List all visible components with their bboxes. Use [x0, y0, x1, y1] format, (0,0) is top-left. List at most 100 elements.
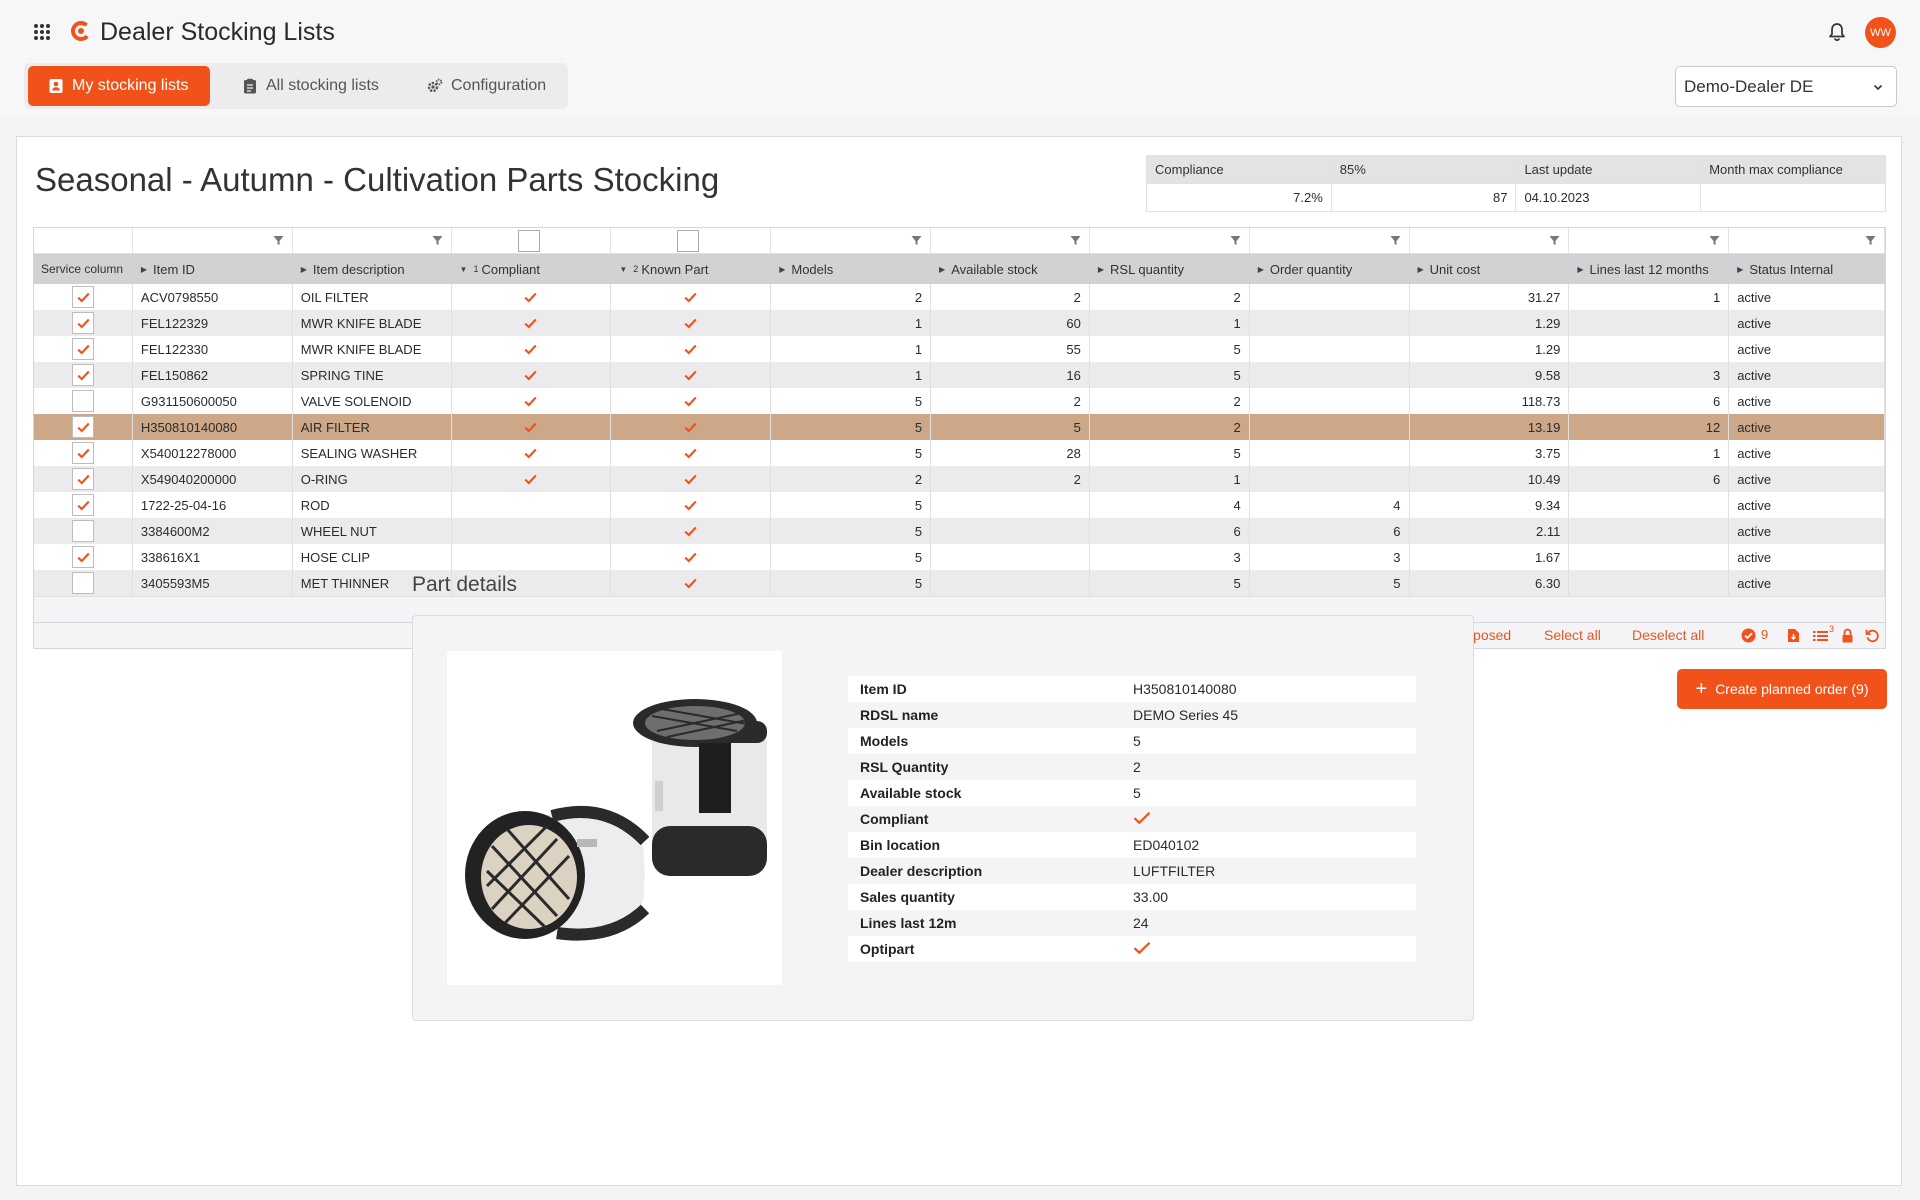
col-header-label: Item description — [312, 261, 405, 277]
rsl-quantity-cell: 1 — [1090, 310, 1250, 336]
item-description-cell: OIL FILTER — [293, 284, 452, 310]
known-part-filter-checkbox[interactable] — [677, 230, 700, 252]
known-part-cell — [611, 336, 772, 362]
apps-grid-icon[interactable] — [32, 22, 52, 42]
column-header-row: Service column ▶ Item ID ▶ Item descriptio… — [34, 254, 1885, 284]
row-checkbox[interactable] — [72, 312, 94, 334]
col-header-item-id[interactable]: ▶ Item ID — [133, 254, 293, 284]
col-header-compliant[interactable]: ▼ 1 Compliant — [452, 254, 612, 284]
filter-row — [34, 228, 1885, 254]
row-checkbox[interactable] — [72, 338, 94, 360]
tab-all-stocking-lists[interactable]: All stocking lists — [232, 66, 392, 106]
col-header-known-part[interactable]: ▼ 2 Known Part — [611, 254, 772, 284]
select-all-link[interactable]: Select all — [1544, 627, 1601, 643]
filter-funnel-icon[interactable] — [1709, 235, 1720, 246]
compliant-filter-checkbox[interactable] — [517, 230, 540, 252]
models-cell: 5 — [771, 544, 932, 570]
row-checkbox[interactable] — [72, 442, 94, 464]
row-checkbox[interactable] — [72, 572, 94, 594]
filter-funnel-icon[interactable] — [1390, 235, 1401, 246]
table-row[interactable]: FEL122330 MWR KNIFE BLADE 1 55 5 1.29 active — [34, 336, 1886, 362]
status-internal-cell: active — [1729, 336, 1886, 362]
filter-funnel-icon[interactable] — [1865, 235, 1876, 246]
table-row[interactable]: FEL122329 MWR KNIFE BLADE 1 60 1 1.29 active — [34, 310, 1886, 336]
check-icon — [524, 422, 538, 432]
filter-funnel-icon[interactable] — [432, 235, 443, 246]
filter-funnel-icon[interactable] — [1230, 235, 1241, 246]
col-header-item-description[interactable]: ▶ Item description — [293, 254, 452, 284]
table-row[interactable]: 338616X1 HOSE CLIP 5 3 3 1.67 active — [34, 544, 1886, 570]
table-row[interactable]: H350810140080 AIR FILTER 5 5 2 13.19 12 active — [34, 414, 1886, 440]
available-stock-cell: 5 — [931, 414, 1090, 440]
col-header-models[interactable]: ▶ Models — [771, 254, 932, 284]
order-quantity-cell: 4 — [1250, 492, 1410, 518]
col-header-label: Lines last 12 months — [1589, 261, 1709, 277]
tab-my-stocking-lists[interactable]: My stocking lists — [28, 66, 210, 106]
reset-icon[interactable] — [1865, 628, 1880, 643]
row-checkbox[interactable] — [72, 546, 94, 568]
known-part-cell — [611, 518, 772, 544]
row-checkbox[interactable] — [72, 416, 94, 438]
item-id-cell: H350810140080 — [133, 414, 293, 440]
deselect-all-link[interactable]: Deselect all — [1632, 627, 1704, 643]
filter-funnel-icon[interactable] — [911, 235, 922, 246]
part-detail-label: RDSL name — [848, 702, 1121, 728]
kpi-header: 85% — [1330, 155, 1517, 184]
col-header-service[interactable]: Service column — [34, 254, 133, 284]
rsl-quantity-cell: 5 — [1090, 570, 1250, 596]
check-icon — [524, 448, 538, 458]
table-row[interactable]: FEL150862 SPRING TINE 1 16 5 9.58 3 active — [34, 362, 1886, 388]
col-header-available-stock[interactable]: ▶ Available stock — [931, 254, 1090, 284]
tab-configuration[interactable]: Configuration — [416, 66, 566, 106]
row-checkbox[interactable] — [72, 520, 94, 542]
status-internal-cell: active — [1729, 570, 1886, 596]
app-title: Dealer Stocking Lists — [100, 18, 335, 46]
available-stock-cell: 2 — [931, 284, 1090, 310]
part-detail-label: Bin location — [848, 832, 1121, 858]
item-description-cell: HOSE CLIP — [293, 544, 452, 570]
check-icon — [76, 370, 90, 380]
filter-cell — [133, 228, 293, 253]
unit-cost-cell: 10.49 — [1410, 466, 1570, 492]
check-icon — [76, 292, 90, 302]
col-header-order-quantity[interactable]: ▶ Order quantity — [1250, 254, 1410, 284]
order-quantity-cell — [1250, 310, 1410, 336]
col-header-rsl-quantity[interactable]: ▶ RSL quantity — [1090, 254, 1250, 284]
part-detail-text: LUFTFILTER — [1133, 863, 1216, 879]
row-checkbox[interactable] — [72, 364, 94, 386]
part-detail-label: Lines last 12m — [848, 910, 1121, 936]
service-cell — [34, 362, 133, 388]
table-row[interactable]: X549040200000 O-RING 2 2 1 10.49 6 active — [34, 466, 1886, 492]
table-row[interactable]: G931150600050 VALVE SOLENOID 5 2 2 118.73 6 act… — [34, 388, 1886, 414]
filter-cell — [1250, 228, 1410, 253]
table-row[interactable]: 3384600M2 WHEEL NUT 5 6 6 2.11 active — [34, 518, 1886, 544]
file-download-icon[interactable] — [1787, 628, 1800, 643]
row-checkbox[interactable] — [72, 286, 94, 308]
col-header-status-internal[interactable]: ▶ Status Internal — [1729, 254, 1885, 284]
caret-right-icon: ▶ — [1577, 264, 1584, 274]
col-header-lines-last-12-months[interactable]: ▶ Lines last 12 months — [1569, 254, 1730, 284]
table-row[interactable]: 3405593M5 MET THINNER 5 5 5 6.30 active — [34, 570, 1886, 596]
filter-funnel-icon[interactable] — [273, 235, 284, 246]
user-avatar[interactable]: WW — [1865, 17, 1896, 48]
lock-icon[interactable] — [1841, 628, 1854, 643]
service-cell — [34, 310, 133, 336]
dealer-select[interactable]: Demo-Dealer DE — [1675, 66, 1897, 107]
col-header-unit-cost[interactable]: ▶ Unit cost — [1410, 254, 1570, 284]
row-checkbox[interactable] — [72, 468, 94, 490]
filter-funnel-icon[interactable] — [1070, 235, 1081, 246]
check-icon — [1133, 941, 1151, 954]
create-planned-order-button[interactable]: + Create planned order (9) — [1677, 669, 1887, 709]
row-checkbox[interactable] — [72, 494, 94, 516]
row-checkbox[interactable] — [72, 390, 94, 412]
status-internal-cell: active — [1729, 388, 1886, 414]
table-row[interactable]: X540012278000 SEALING WASHER 5 28 5 3.75 1 acti… — [34, 440, 1886, 466]
sort-index: 1 — [473, 264, 479, 274]
table-row[interactable]: ACV0798550 OIL FILTER 2 2 2 31.27 1 active — [34, 284, 1886, 310]
notification-bell-icon[interactable] — [1826, 21, 1848, 43]
check-icon — [524, 292, 538, 302]
item-id-cell: G931150600050 — [133, 388, 293, 414]
service-cell — [34, 492, 133, 518]
filter-funnel-icon[interactable] — [1549, 235, 1560, 246]
table-row[interactable]: 1722-25-04-16 ROD 5 4 4 9.34 active — [34, 492, 1886, 518]
